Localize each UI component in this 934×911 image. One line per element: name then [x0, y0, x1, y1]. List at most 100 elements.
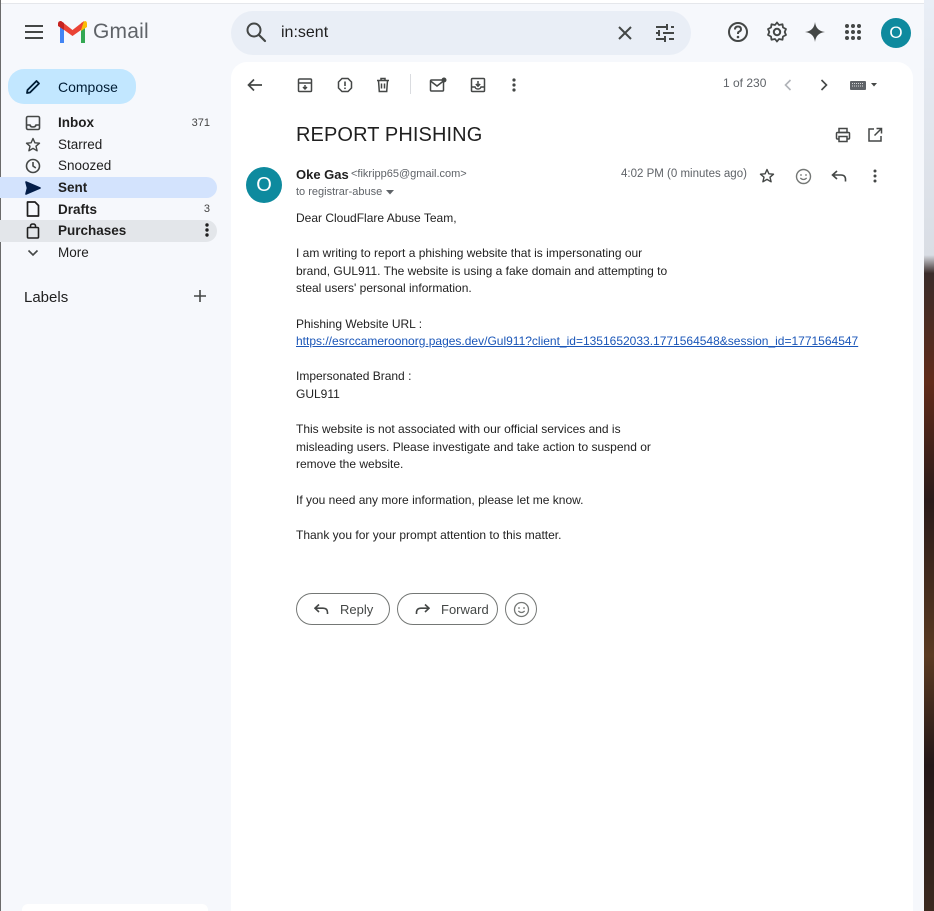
- older-button[interactable]: [812, 73, 836, 97]
- sidebar-item-more[interactable]: More: [0, 242, 217, 264]
- forward-icon: [415, 601, 431, 617]
- menu-icon: [25, 25, 43, 39]
- search-bar[interactable]: [231, 11, 691, 55]
- body-greeting: Dear CloudFlare Abuse Team,: [296, 211, 457, 225]
- recipient-line[interactable]: to registrar-abuse: [296, 186, 395, 198]
- more-vert-icon: [873, 169, 877, 183]
- sidebar-item-starred[interactable]: Starred: [0, 134, 217, 156]
- close-icon: [618, 26, 632, 40]
- sidebar-item-purchases[interactable]: Purchases: [0, 219, 217, 242]
- gemini-sparkle-icon: [805, 22, 825, 42]
- drafts-count: 3: [203, 203, 210, 216]
- back-button[interactable]: [243, 73, 267, 97]
- create-label-button[interactable]: [192, 288, 210, 306]
- add-reaction-button[interactable]: [792, 165, 814, 187]
- archive-button[interactable]: [293, 73, 317, 97]
- body-line: This website is not associated with our …: [296, 422, 621, 437]
- message-subject: REPORT PHISHING: [296, 124, 483, 146]
- open-in-new-icon: [868, 127, 883, 142]
- phishing-url-link[interactable]: https://esrccameroonorg.pages.dev/Gul911…: [296, 334, 858, 348]
- print-button[interactable]: [831, 123, 855, 147]
- search-options-button[interactable]: [653, 21, 677, 45]
- url-label: Phishing Website URL :: [296, 316, 423, 331]
- brand-label: Impersonated Brand :: [296, 369, 412, 384]
- purchases-more-options[interactable]: [205, 223, 209, 240]
- body-url-block: Phishing Website URL : https://esrccamer…: [296, 316, 896, 351]
- plus-icon: [194, 290, 206, 302]
- message-time: 4:02 PM (0 minutes ago): [621, 168, 747, 180]
- inbox-count: 371: [191, 116, 210, 129]
- reply-pill-button[interactable]: Reply: [296, 593, 390, 625]
- pencil-icon: [25, 78, 43, 96]
- mark-unread-button[interactable]: [426, 73, 450, 97]
- support-button[interactable]: [724, 18, 752, 46]
- tune-icon: [656, 24, 674, 42]
- caret-down-icon: [386, 189, 395, 194]
- newer-button[interactable]: [776, 73, 800, 97]
- compose-label: Compose: [58, 78, 118, 95]
- gemini-button[interactable]: [801, 18, 829, 46]
- keyboard-icon: [850, 81, 877, 90]
- search-icon[interactable]: [245, 21, 267, 48]
- more-actions-button[interactable]: [502, 73, 526, 97]
- body-line: brand, GUL911. The website is using a fa…: [296, 263, 668, 278]
- emoji-icon: [513, 601, 529, 617]
- arrow-back-icon: [247, 78, 262, 92]
- send-icon: [24, 179, 42, 197]
- desktop-background-strip: [924, 0, 934, 911]
- print-icon: [835, 127, 851, 143]
- message-body: Dear CloudFlare Abuse Team, I am writing…: [296, 210, 896, 562]
- sidebar-item-inbox[interactable]: Inbox 371: [0, 112, 217, 134]
- mark-unread-icon: [429, 77, 447, 92]
- google-apps-button[interactable]: [839, 18, 867, 46]
- account-avatar[interactable]: O: [881, 18, 911, 48]
- sender-avatar[interactable]: O: [246, 167, 282, 203]
- reply-button[interactable]: [828, 165, 850, 187]
- reply-icon: [314, 601, 330, 617]
- app-name: Gmail: [93, 20, 149, 43]
- draft-icon: [24, 200, 42, 218]
- star-message-button[interactable]: [756, 165, 778, 187]
- recipient-label: to registrar-abuse: [296, 186, 383, 198]
- input-tools-button[interactable]: [847, 73, 881, 97]
- archive-icon: [297, 78, 313, 93]
- sender-email: <fikripp65@gmail.com>: [351, 168, 467, 180]
- help-icon: [728, 22, 748, 42]
- reply-icon: [831, 170, 847, 182]
- gear-icon: [767, 21, 787, 43]
- star-icon: [759, 168, 775, 183]
- more-vert-icon: [205, 223, 209, 237]
- delete-button[interactable]: [371, 73, 395, 97]
- search-input[interactable]: [281, 21, 601, 45]
- emoji-icon: [795, 168, 811, 184]
- sidebar-bottom-card: [22, 904, 208, 911]
- star-icon: [24, 136, 42, 154]
- move-to-icon: [470, 77, 486, 93]
- body-line: remove the website.: [296, 457, 404, 472]
- brand-value: GUL911: [296, 386, 340, 401]
- main-menu-button[interactable]: [16, 14, 52, 50]
- move-to-button[interactable]: [466, 73, 490, 97]
- compose-button[interactable]: Compose: [8, 69, 136, 104]
- labels-title: Labels: [24, 289, 69, 306]
- settings-button[interactable]: [763, 18, 791, 46]
- shopping-bag-icon: [24, 222, 42, 240]
- message-more-button[interactable]: [864, 165, 886, 187]
- body-brand-block: Impersonated Brand : GUL911: [296, 368, 896, 403]
- forward-pill-button[interactable]: Forward: [397, 593, 498, 625]
- sidebar-item-snoozed[interactable]: Snoozed: [0, 155, 217, 177]
- clear-search-button[interactable]: [613, 21, 637, 45]
- sidebar-item-sent[interactable]: Sent: [0, 176, 217, 199]
- body-paragraph: If you need any more information, please…: [296, 492, 584, 507]
- emoji-reaction-button[interactable]: [505, 593, 537, 625]
- gmail-logo[interactable]: Gmail: [58, 20, 149, 44]
- report-spam-button[interactable]: [333, 73, 357, 97]
- body-line: misleading users. Please investigate and…: [296, 439, 651, 454]
- toolbar-divider: [410, 74, 411, 94]
- sidebar-item-drafts[interactable]: Drafts 3: [0, 198, 217, 220]
- sender-name[interactable]: Oke Gas: [296, 167, 349, 182]
- body-paragraph: This website is not associated with our …: [296, 421, 896, 474]
- apps-grid-icon: [845, 24, 861, 40]
- open-new-window-button[interactable]: [863, 123, 887, 147]
- trash-icon: [377, 77, 389, 93]
